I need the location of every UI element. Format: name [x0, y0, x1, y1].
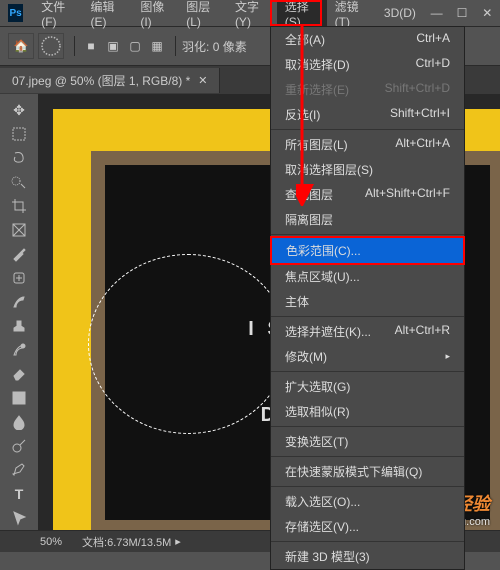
menu-reselect: 重新选择(E)Shift+Ctrl+D	[271, 77, 464, 102]
brush-tool-icon[interactable]	[8, 292, 30, 312]
menu-select-and-mask[interactable]: 选择并遮住(K)...Alt+Ctrl+R	[271, 319, 464, 344]
menu-subject[interactable]: 主体	[271, 289, 464, 314]
eyedropper-tool-icon[interactable]	[8, 244, 30, 264]
marquee-tool-icon[interactable]	[8, 124, 30, 144]
menu-inverse[interactable]: 反选(I)Shift+Ctrl+I	[271, 102, 464, 127]
frame-tool-icon[interactable]	[8, 220, 30, 240]
menu-focus-area[interactable]: 焦点区域(U)...	[271, 264, 464, 289]
stamp-tool-icon[interactable]	[8, 316, 30, 336]
history-brush-tool-icon[interactable]	[8, 340, 30, 360]
menu-grow[interactable]: 扩大选取(G)	[271, 374, 464, 399]
zoom-level[interactable]: 50%	[40, 536, 62, 548]
menu-find-layers[interactable]: 查找图层Alt+Shift+Ctrl+F	[271, 182, 464, 207]
window-restore-button[interactable]: ☐	[449, 0, 474, 26]
menu-image[interactable]: 图像(I)	[132, 0, 178, 33]
menu-similar[interactable]: 选取相似(R)	[271, 399, 464, 424]
menu-transform-selection[interactable]: 变换选区(T)	[271, 429, 464, 454]
selection-subtract-icon[interactable]: ▢	[125, 36, 145, 56]
selection-add-icon[interactable]: ▣	[103, 36, 123, 56]
tools-panel: ✥ T	[0, 94, 38, 530]
type-tool-icon[interactable]: T	[8, 484, 30, 504]
menu-save-selection[interactable]: 存储选区(V)...	[271, 514, 464, 539]
menu-quick-mask[interactable]: 在快速蒙版模式下编辑(Q)	[271, 459, 464, 484]
feather-label: 羽化:	[182, 38, 209, 55]
menu-load-selection[interactable]: 载入选区(O)...	[271, 489, 464, 514]
document-tab[interactable]: 07.jpeg @ 50% (图层 1, RGB/8) * ✕	[0, 68, 220, 93]
crop-tool-icon[interactable]	[8, 196, 30, 216]
path-select-tool-icon[interactable]	[8, 508, 30, 528]
lasso-tool-icon[interactable]	[8, 148, 30, 168]
menu-edit[interactable]: 编辑(E)	[82, 0, 132, 33]
dodge-tool-icon[interactable]	[8, 436, 30, 456]
blur-tool-icon[interactable]	[8, 412, 30, 432]
healing-tool-icon[interactable]	[8, 268, 30, 288]
menu-select-all[interactable]: 全部(A)Ctrl+A	[271, 27, 464, 52]
selection-new-icon[interactable]: ■	[81, 36, 101, 56]
document-info: 文档:6.73M/13.5M	[82, 534, 171, 550]
menubar: Ps 文件(F) 编辑(E) 图像(I) 图层(L) 文字(Y) 选择(S) 滤…	[0, 0, 500, 26]
menu-deselect-layers[interactable]: 取消选择图层(S)	[271, 157, 464, 182]
eraser-tool-icon[interactable]	[8, 364, 30, 384]
gradient-tool-icon[interactable]	[8, 388, 30, 408]
home-icon[interactable]: 🏠	[8, 33, 34, 59]
selection-intersect-icon[interactable]: ▦	[147, 36, 167, 56]
photoshop-logo: Ps	[8, 4, 23, 22]
menu-file[interactable]: 文件(F)	[33, 0, 82, 33]
menu-modify[interactable]: 修改(M)	[271, 344, 464, 369]
menu-deselect[interactable]: 取消选择(D)Ctrl+D	[271, 52, 464, 77]
document-tab-title: 07.jpeg @ 50% (图层 1, RGB/8) *	[12, 72, 190, 89]
select-menu-dropdown: 全部(A)Ctrl+A 取消选择(D)Ctrl+D 重新选择(E)Shift+C…	[270, 26, 465, 570]
menu-color-range[interactable]: 色彩范围(C)...	[270, 236, 465, 265]
chevron-right-icon[interactable]: ▸	[175, 535, 181, 548]
pen-tool-icon[interactable]	[8, 460, 30, 480]
menu-all-layers[interactable]: 所有图层(L)Alt+Ctrl+A	[271, 132, 464, 157]
feather-value[interactable]: 0 像素	[213, 38, 247, 55]
move-tool-icon[interactable]: ✥	[8, 100, 30, 120]
window-minimize-button[interactable]: —	[424, 0, 449, 26]
menu-layer[interactable]: 图层(L)	[178, 0, 227, 33]
menu-isolate-layers[interactable]: 隔离图层	[271, 207, 464, 232]
marching-ants-selection	[88, 254, 288, 434]
tool-preset-icon[interactable]	[38, 33, 64, 59]
menu-3d[interactable]: 3D(D)	[376, 2, 424, 24]
quick-select-tool-icon[interactable]	[8, 172, 30, 192]
close-tab-icon[interactable]: ✕	[198, 74, 207, 87]
menu-new-3d-extrusion[interactable]: 新建 3D 模型(3)	[271, 544, 464, 569]
window-close-button[interactable]: ✕	[475, 0, 500, 26]
